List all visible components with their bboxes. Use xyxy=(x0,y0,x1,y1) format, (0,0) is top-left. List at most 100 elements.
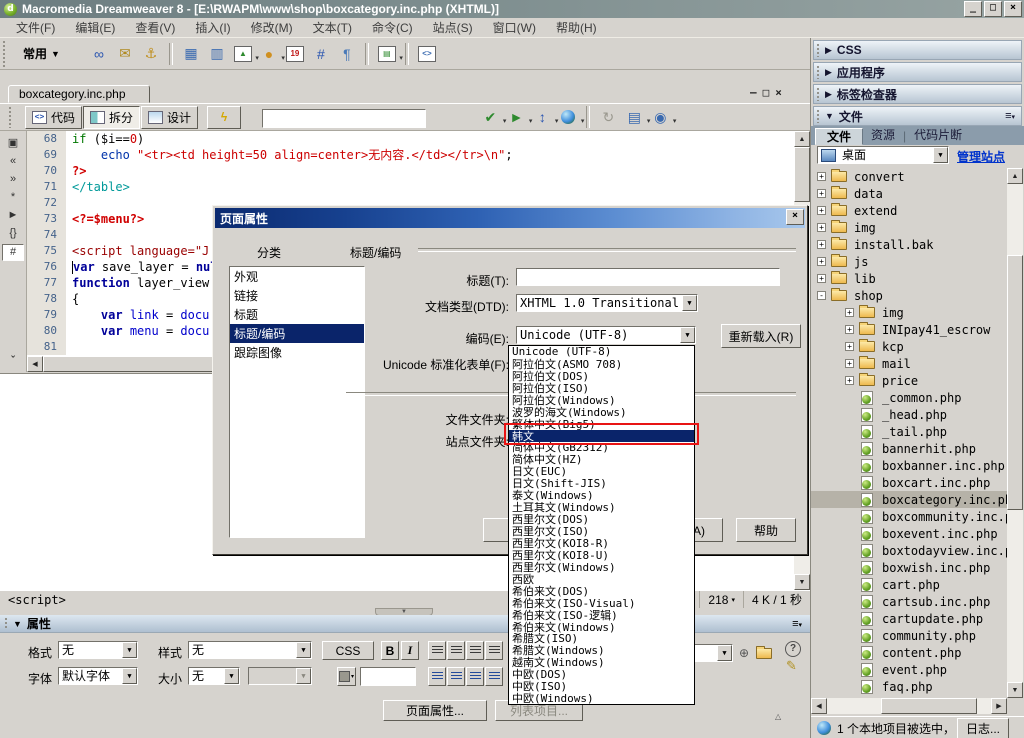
scroll-right-arrow[interactable]: ▶ xyxy=(991,698,1007,714)
tree-item-lib[interactable]: +lib xyxy=(811,270,1007,287)
encoding-option-25[interactable]: 希腊文(Windows) xyxy=(509,644,694,656)
browse-folder-icon[interactable] xyxy=(756,648,772,659)
email-link-icon[interactable]: ✉ xyxy=(114,44,136,64)
restore-button[interactable]: □ xyxy=(984,1,1002,17)
tree-item-extend[interactable]: +extend xyxy=(811,202,1007,219)
style-select[interactable]: 无 ▼ xyxy=(188,641,312,659)
collapse-full-tag-icon[interactable]: « xyxy=(3,153,23,168)
scroll-thumb[interactable] xyxy=(881,698,977,714)
tree-item-cart.php[interactable]: cart.php xyxy=(811,576,1007,593)
tree-item-kcp[interactable]: +kcp xyxy=(811,338,1007,355)
indent-button[interactable] xyxy=(485,667,503,686)
tab-files[interactable]: 文件 xyxy=(815,128,863,145)
panel-menu-icon[interactable]: ≡▾ xyxy=(1005,110,1015,122)
scroll-down-arrow[interactable]: ▼ xyxy=(1007,682,1023,698)
tree-item-community.php[interactable]: community.php xyxy=(811,627,1007,644)
encoding-option-14[interactable]: 西里尔文(DOS) xyxy=(509,513,694,525)
layout-table-icon[interactable]: ▥ xyxy=(206,44,228,64)
format-select[interactable]: 无 ▼ xyxy=(58,641,138,659)
color-hex-input[interactable] xyxy=(360,667,416,686)
tree-item-boxwish.inc.php[interactable]: boxwish.inc.php xyxy=(811,559,1007,576)
collapse-triangle-icon[interactable]: △ xyxy=(775,712,781,721)
panel-menu-icon[interactable]: ≡▾ xyxy=(792,618,802,630)
help-button[interactable]: 帮助 xyxy=(736,518,796,542)
tree-item-boxbanner.inc.php[interactable]: boxbanner.inc.php xyxy=(811,457,1007,474)
code-line[interactable]: 69 echo "<tr><td height=50 align=center>… xyxy=(27,147,794,163)
encoding-option-28[interactable]: 中欧(ISO) xyxy=(509,680,694,692)
tree-item-cartsub.inc.php[interactable]: cartsub.inc.php xyxy=(811,593,1007,610)
more-options-icon[interactable]: ˇ xyxy=(3,354,23,369)
bold-button[interactable]: B xyxy=(381,641,399,660)
collapse-selection-icon[interactable]: » xyxy=(3,171,23,186)
tree-item-bannerhit.php[interactable]: bannerhit.php xyxy=(811,440,1007,457)
page-title-input[interactable] xyxy=(516,268,780,286)
view-options-icon[interactable]: ▤▾ xyxy=(623,107,645,127)
outdent-button[interactable] xyxy=(466,667,484,686)
tree-item-boxcart.inc.php[interactable]: boxcart.inc.php xyxy=(811,474,1007,491)
image-icon[interactable]: ▲▾ xyxy=(232,44,254,64)
toolbar-grip[interactable] xyxy=(8,106,12,128)
expand-icon[interactable]: + xyxy=(845,376,854,385)
document-title-input[interactable] xyxy=(262,109,426,128)
menu-item-6[interactable]: 命令(C) xyxy=(362,17,423,38)
chevron-down-icon[interactable]: ▼ xyxy=(682,295,697,311)
chevron-down-icon[interactable]: ▼ xyxy=(680,327,695,343)
window-size-selector[interactable]: 218 ▾ xyxy=(699,591,743,608)
comment-icon[interactable]: ¶ xyxy=(336,44,358,64)
refresh-icon[interactable]: ↻ xyxy=(597,107,619,127)
encoding-option-21[interactable]: 希伯来文(ISO-Visual) xyxy=(509,597,694,609)
preview-debug-icon[interactable]: ►▾ xyxy=(505,107,527,127)
line-numbers-icon[interactable]: # xyxy=(2,244,24,261)
tree-item-boxcommunity.inc.ph[interactable]: boxcommunity.inc.ph xyxy=(811,508,1007,525)
panel-header-css[interactable]: ▶ CSS xyxy=(813,40,1022,60)
panel-grip[interactable] xyxy=(816,87,820,101)
panel-grip[interactable] xyxy=(816,109,820,123)
tree-horizontal-scrollbar[interactable]: ◀ ▶ xyxy=(811,698,1007,714)
chevron-down-icon[interactable]: ▼ xyxy=(122,668,137,684)
tree-item-cartupdate.php[interactable]: cartupdate.php xyxy=(811,610,1007,627)
select-parent-tag-icon[interactable]: ► xyxy=(3,208,23,223)
code-line[interactable]: 70?> xyxy=(27,163,794,179)
reload-button[interactable]: 重新载入(R) xyxy=(721,324,801,348)
align-justify-button[interactable] xyxy=(485,641,503,660)
tag-selector[interactable]: <script> xyxy=(8,593,66,607)
encoding-option-5[interactable]: 波罗的海文(Windows) xyxy=(509,406,694,418)
expand-icon[interactable]: + xyxy=(845,308,854,317)
date-icon[interactable]: 19 xyxy=(284,44,306,64)
encoding-option-24[interactable]: 希腊文(ISO) xyxy=(509,633,694,645)
chevron-down-icon[interactable]: ▾ xyxy=(581,117,585,125)
tree-item-boxevent.inc.php[interactable]: boxevent.inc.php xyxy=(811,525,1007,542)
tab-snippets[interactable]: 代码片断 xyxy=(914,126,962,143)
dialog-close-button[interactable]: × xyxy=(786,209,804,225)
encoding-option-9[interactable]: 简体中文(HZ) xyxy=(509,453,694,465)
tree-item-data[interactable]: +data xyxy=(811,185,1007,202)
encoding-option-22[interactable]: 希伯来文(ISO-逻辑) xyxy=(509,609,694,621)
tag-chooser-icon[interactable]: <> xyxy=(416,44,438,64)
expand-icon[interactable]: + xyxy=(845,342,854,351)
page-properties-button[interactable]: 页面属性... xyxy=(383,700,487,721)
size-select[interactable]: 无 ▼ xyxy=(188,667,240,685)
encoding-option-12[interactable]: 泰文(Windows) xyxy=(509,489,694,501)
tree-item-content.php[interactable]: content.php xyxy=(811,644,1007,661)
encoding-option-2[interactable]: 阿拉伯文(DOS) xyxy=(509,370,694,382)
collapse-icon[interactable]: - xyxy=(817,291,826,300)
encoding-option-3[interactable]: 阿拉伯文(ISO) xyxy=(509,382,694,394)
help-icon[interactable]: ? xyxy=(785,641,801,657)
align-right-button[interactable] xyxy=(466,641,484,660)
tree-item-faq.php[interactable]: faq.php xyxy=(811,678,1007,695)
encoding-option-19[interactable]: 西欧 xyxy=(509,573,694,585)
server-include-icon[interactable]: # xyxy=(310,44,332,64)
tree-item-event.php[interactable]: event.php xyxy=(811,661,1007,678)
tree-item-mail[interactable]: +mail xyxy=(811,355,1007,372)
tree-item-install.bak[interactable]: +install.bak xyxy=(811,236,1007,253)
expand-all-icon[interactable]: * xyxy=(3,189,23,204)
encoding-option-4[interactable]: 阿拉伯文(Windows) xyxy=(509,394,694,406)
chevron-down-icon[interactable]: ▾ xyxy=(399,54,403,62)
quick-tag-edit-icon[interactable]: ✎ xyxy=(786,658,797,674)
live-data-button[interactable]: ϟ xyxy=(207,106,241,129)
menu-item-2[interactable]: 查看(V) xyxy=(125,17,185,38)
chevron-down-icon[interactable]: ▼ xyxy=(296,642,311,658)
scroll-up-arrow[interactable]: ▲ xyxy=(1007,168,1023,184)
scroll-thumb[interactable] xyxy=(1007,255,1023,510)
panel-grip[interactable] xyxy=(4,617,8,630)
